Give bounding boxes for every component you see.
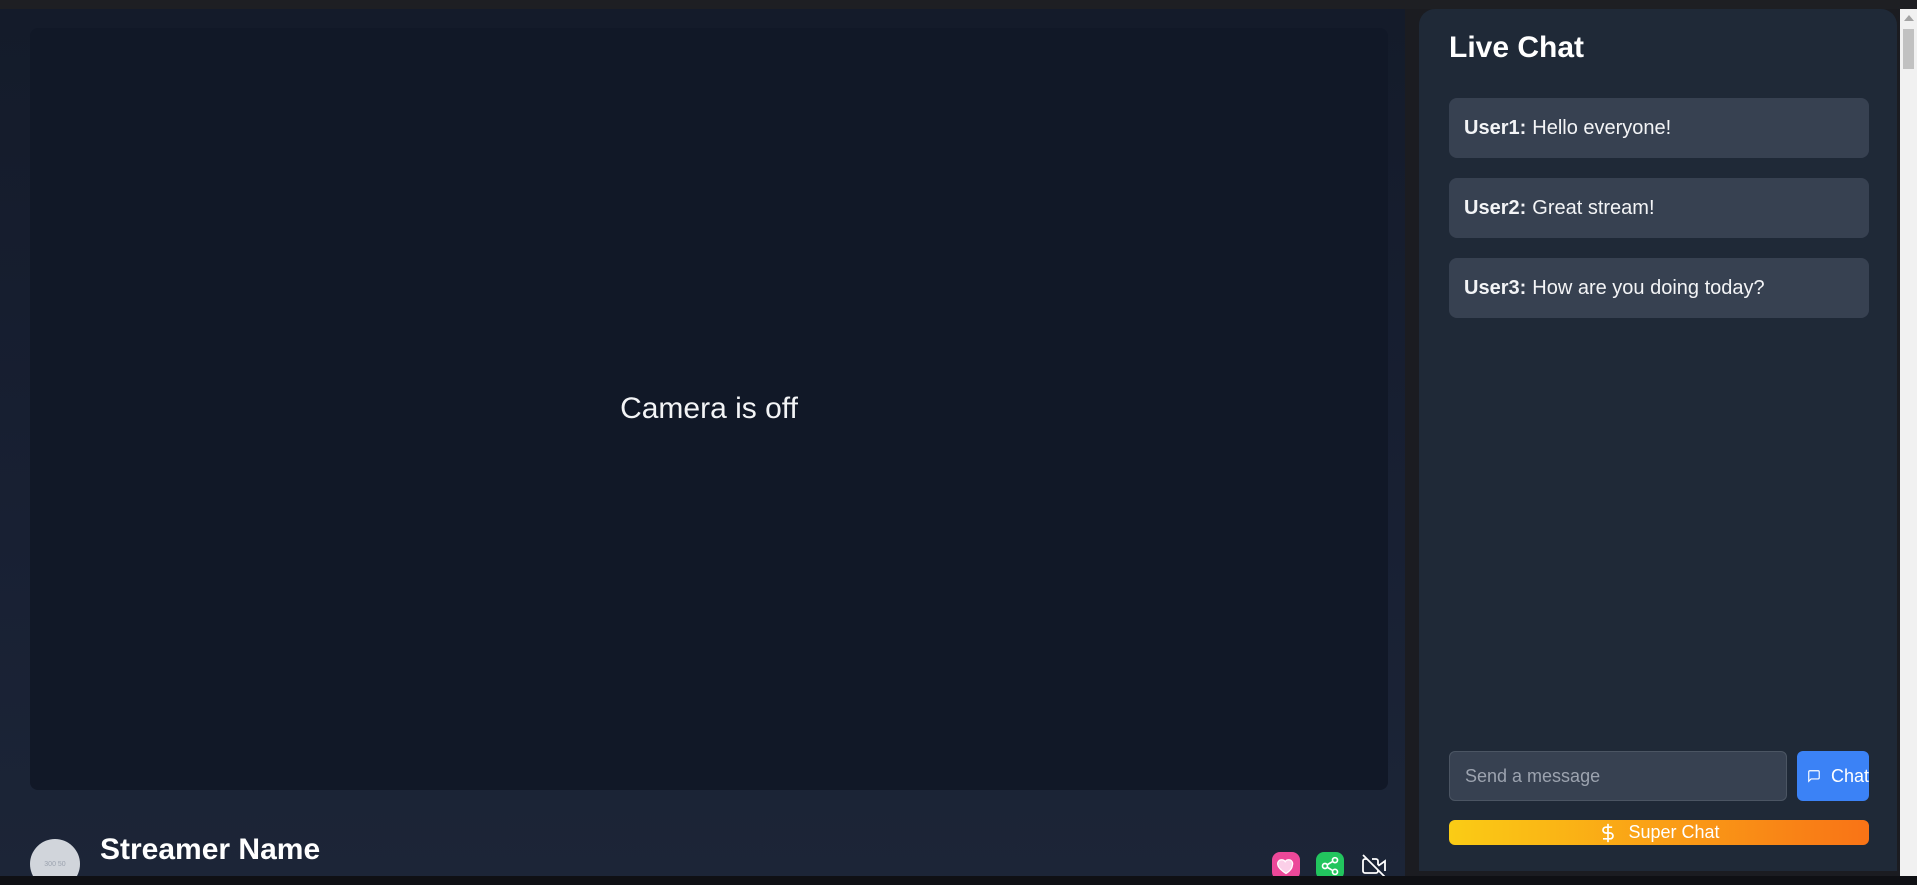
super-chat-label: Super Chat bbox=[1628, 822, 1720, 842]
heart-icon bbox=[1277, 859, 1294, 875]
send-chat-button[interactable]: Chat bbox=[1797, 751, 1869, 801]
streamer-name: Streamer Name bbox=[100, 833, 321, 866]
chat-message: User1: Hello everyone! bbox=[1449, 98, 1869, 158]
chat-message: User3: How are you doing today? bbox=[1449, 258, 1869, 318]
chat-message: User2: Great stream! bbox=[1449, 178, 1869, 238]
video-off-icon bbox=[1362, 854, 1386, 878]
scroll-thumb[interactable] bbox=[1903, 29, 1914, 69]
chat-message-text: Great stream! bbox=[1532, 196, 1655, 219]
message-square-icon bbox=[1808, 770, 1820, 783]
avatar-placeholder-text: 300 50 bbox=[44, 860, 66, 868]
stream-pane: Camera is off 300 50 Streamer Name Live … bbox=[0, 9, 1405, 885]
chat-message-user: User2: bbox=[1464, 196, 1527, 219]
page-scrollbar[interactable] bbox=[1900, 9, 1917, 876]
app-root: Camera is off 300 50 Streamer Name Live … bbox=[0, 0, 1917, 885]
super-chat-button[interactable]: Super Chat bbox=[1449, 820, 1869, 845]
top-strip bbox=[0, 0, 1917, 9]
dollar-sign-icon bbox=[1602, 823, 1615, 842]
video-player[interactable]: Camera is off bbox=[30, 28, 1388, 790]
bottom-strip bbox=[0, 876, 1917, 885]
scroll-up-arrow-icon[interactable] bbox=[1904, 15, 1914, 21]
chat-message-text: How are you doing today? bbox=[1532, 276, 1765, 299]
chat-title: Live Chat bbox=[1449, 31, 1585, 64]
chat-panel: Live Chat User1: Hello everyone! User2: … bbox=[1419, 9, 1897, 871]
chat-message-input[interactable] bbox=[1449, 751, 1787, 801]
chat-message-user: User1: bbox=[1464, 116, 1527, 139]
camera-status-text: Camera is off bbox=[620, 392, 798, 425]
chat-message-user: User3: bbox=[1464, 276, 1527, 299]
chat-message-text: Hello everyone! bbox=[1532, 116, 1672, 139]
share-icon bbox=[1321, 856, 1339, 876]
send-chat-label: Chat bbox=[1830, 765, 1869, 786]
